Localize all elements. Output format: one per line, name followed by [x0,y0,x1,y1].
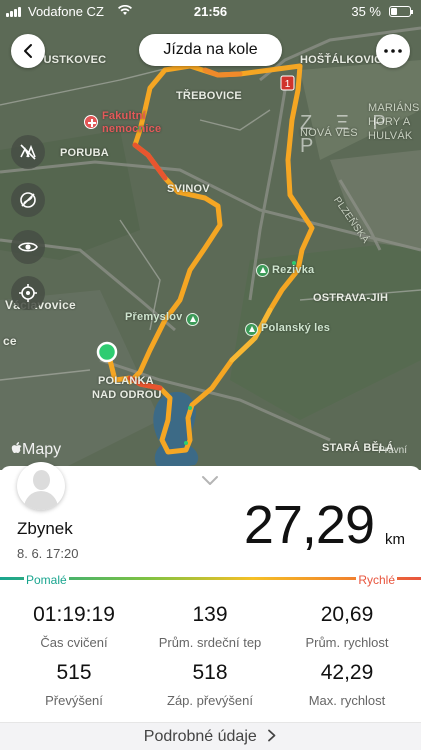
back-button[interactable] [11,34,45,68]
stat-value: 20,69 [320,603,374,626]
stat-descent: 518 Záp. převýšení [140,661,280,708]
eye-icon [18,242,38,252]
map-label: NAD ODROU [92,389,162,401]
road-badge: 1 [285,79,291,90]
legal-link[interactable]: Právní [378,445,407,456]
map-label: POLANKA [98,375,154,387]
more-button[interactable] [376,34,410,68]
stat-label: Prům. rychlost [305,635,389,650]
stat-value: 139 [192,603,228,626]
stat-avg-speed: 20,69 Prům. rychlost [277,603,417,650]
park-icon [256,264,269,277]
avatar[interactable] [17,462,65,510]
map-label: SVINOV [167,183,210,195]
zepp-watermark: Z Ξ P P [300,112,395,157]
activity-title: Jízda na kole [139,34,282,66]
battery-percent: 35 % [351,4,381,19]
stat-value: 42,29 [320,661,374,684]
stat-value: 01:19:19 [33,603,115,626]
route-map[interactable]: 1 PUSTKOVEC HOŠŤÁLKOVICE Fakultní nemocn… [0,0,421,470]
layers-off-icon [20,144,36,160]
more-dots-icon [384,49,402,53]
map-layer-toggle-button[interactable] [11,135,45,169]
status-bar: Vodafone CZ 21:56 35 % [0,0,421,22]
stat-ascent: 515 Převýšení [4,661,144,708]
stat-value: 515 [56,661,92,684]
user-name: Zbynek [17,519,73,538]
chevron-down-icon[interactable] [200,475,220,487]
detailed-data-link[interactable]: Podrobné údaje [0,728,421,746]
chevron-left-icon [24,44,32,58]
stat-label: Max. rychlost [308,693,386,708]
stat-label: Převýšení [45,693,103,708]
map-label: Fakultní [102,110,146,122]
stat-label: Čas cvičení [40,635,108,650]
park-icon [186,313,199,326]
park-icon [245,323,258,336]
map-label: TŘEBOVICE [176,90,242,102]
stat-avg-heart-rate: 139 Prům. srdeční tep [140,603,280,650]
distance-unit: km [385,531,405,548]
route-toggle-button[interactable] [11,183,45,217]
battery-icon [389,6,413,17]
start-marker [96,341,118,363]
stat-workout-time: 01:19:19 Čas cvičení [4,603,144,650]
stat-value: 518 [192,661,228,684]
view-toggle-button[interactable] [11,230,45,264]
map-label: nemocnice [102,123,162,135]
map-label: Polanský les [261,322,331,334]
stat-max-speed: 42,29 Max. rychlost [277,661,417,708]
speed-fast-label: Rychlé [356,573,397,587]
map-label: ce [3,334,17,348]
map-label: Přemyslov [125,311,183,323]
activity-date: 8. 6. 17:20 [17,546,79,561]
route-off-icon [20,192,36,208]
recenter-button[interactable] [11,276,45,310]
apple-maps-label: Mapy [22,441,62,458]
stat-label: Záp. převýšení [167,693,253,708]
map-label: OSTRAVA-JIH [313,292,389,304]
hospital-icon [84,115,98,129]
detailed-data-label: Podrobné údaje [143,728,257,745]
distance-value: 27,29 [243,495,375,555]
apple-maps-attribution: Mapy [11,441,61,459]
map-label: Rezivka [272,264,315,276]
map-label: PORUBA [60,147,109,159]
stat-label: Prům. srdeční tep [158,635,262,650]
chevron-right-icon [268,729,276,742]
location-target-icon [19,284,37,302]
map-label: PUSTKOVEC [36,54,107,66]
apple-icon [11,442,22,453]
speed-slow-label: Pomalé [24,573,69,587]
